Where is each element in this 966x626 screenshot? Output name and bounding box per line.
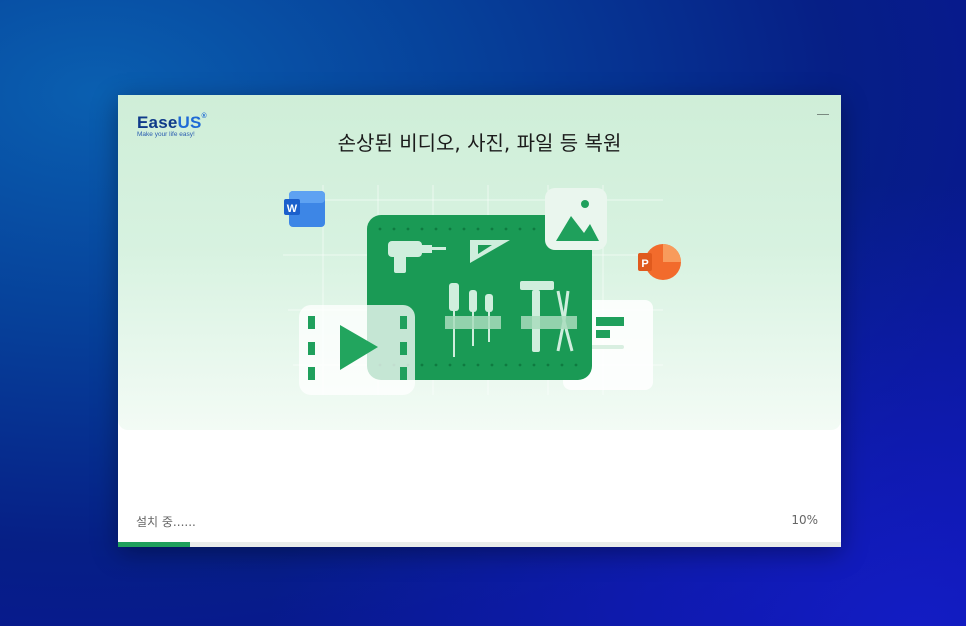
video-play-icon xyxy=(299,305,415,395)
hero-banner: W P EaseUS® Make your life easy! 손상된 비디오… xyxy=(118,95,841,430)
svg-text:P: P xyxy=(641,258,648,270)
logo-registered: ® xyxy=(201,113,207,120)
installer-window: W P EaseUS® Make your life easy! 손상된 비디오… xyxy=(118,95,841,547)
word-icon: W xyxy=(284,191,325,227)
install-percent: 10% xyxy=(791,513,818,527)
page-title: 손상된 비디오, 사진, 파일 등 복원 xyxy=(337,131,622,155)
image-icon xyxy=(545,188,607,250)
progress-fill xyxy=(118,542,191,547)
install-status: 설치 중...... xyxy=(136,515,196,529)
powerpoint-icon: P xyxy=(638,244,681,280)
svg-text:W: W xyxy=(287,203,298,215)
minimize-icon[interactable] xyxy=(817,107,831,119)
progress-bar xyxy=(118,542,841,547)
